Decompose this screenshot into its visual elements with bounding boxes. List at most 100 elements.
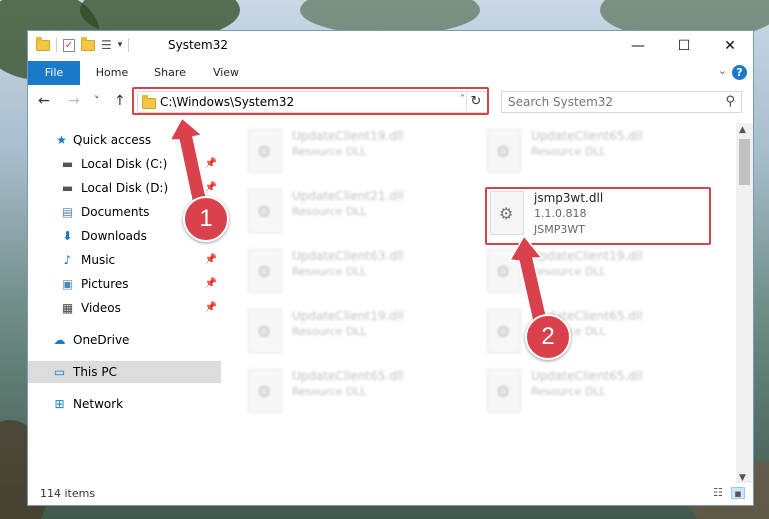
details-view-icon[interactable]: ☷: [711, 487, 725, 499]
pin-icon: 📌: [204, 254, 217, 265]
sidebar-item-label: Quick access: [73, 133, 152, 147]
file-description: Resource DLL: [531, 385, 606, 398]
drive-icon: ▬: [61, 181, 74, 195]
customize-icon[interactable]: ☰: [101, 38, 112, 52]
sidebar-item-label: Network: [73, 397, 124, 411]
status-bar: 114 items ☷ ▪: [28, 483, 753, 505]
file-name: UpdateClient63.dll: [292, 249, 404, 263]
separator: [128, 38, 130, 52]
sidebar-item-label: Music: [81, 253, 116, 267]
sidebar-item-label: This PC: [73, 365, 117, 379]
cloud-icon: ☁: [53, 333, 66, 347]
sidebar-item-label: Videos: [81, 301, 121, 315]
file-description: Resource DLL: [531, 145, 606, 158]
music-icon: ♪: [63, 253, 72, 267]
video-icon: ▦: [61, 301, 74, 315]
quick-access-toolbar: ✓ ☰ ▾: [36, 36, 130, 52]
sidebar-item-label: Documents: [81, 205, 150, 219]
star-icon: ★: [56, 133, 67, 147]
computer-icon: ▭: [53, 365, 66, 379]
scrollbar-thumb[interactable]: [739, 139, 750, 185]
file-name: UpdateClient19.dll: [292, 129, 404, 143]
dll-file-icon: [248, 249, 282, 293]
navigation-bar: ← → ˅ ↑ C:\Windows\System32 ˅ ↻ ⚲: [28, 85, 753, 121]
recent-locations-button[interactable]: ˅: [94, 94, 100, 107]
sidebar-item-label: Downloads: [81, 229, 147, 243]
title-bar: ✓ ☰ ▾ System32 — ☐ ✕: [28, 31, 753, 61]
sidebar-item-videos[interactable]: ▦ Videos 📌: [28, 297, 221, 319]
dll-file-icon: [248, 369, 282, 413]
file-description: Resource DLL: [292, 325, 367, 338]
file-description: Resource DLL: [292, 265, 367, 278]
new-folder-icon[interactable]: [81, 36, 95, 51]
file-name: UpdateClient65.dll: [531, 369, 643, 383]
sidebar-item-label: Pictures: [81, 277, 129, 291]
pictures-icon: ▣: [61, 277, 74, 291]
sidebar-item-label: Local Disk (C:): [81, 157, 168, 171]
file-item[interactable]: UpdateClient65.dll Resource DLL: [485, 127, 705, 181]
network-icon: ⊞: [54, 397, 65, 411]
large-icons-view-icon[interactable]: ▪: [731, 487, 745, 500]
tab-file[interactable]: File: [28, 61, 80, 85]
forward-button[interactable]: →: [68, 93, 80, 109]
sidebar-item-label: Local Disk (D:): [81, 181, 169, 195]
drive-icon: ▬: [61, 157, 74, 171]
file-explorer-window: ✓ ☰ ▾ System32 — ☐ ✕ File Home Share Vie…: [27, 30, 754, 506]
properties-icon[interactable]: ✓: [63, 38, 75, 52]
sidebar-item-this-pc[interactable]: ▭ This PC: [28, 361, 221, 383]
file-item[interactable]: UpdateClient19.dll Resource DLL: [246, 127, 466, 181]
dll-file-icon: [248, 129, 282, 173]
dll-file-icon: [487, 369, 521, 413]
folder-icon: [36, 36, 50, 51]
callout-1: 1: [183, 196, 229, 242]
dll-file-icon: [248, 189, 282, 233]
file-name: UpdateClient19.dll: [292, 309, 404, 323]
file-name: UpdateClient65.dll: [292, 369, 404, 383]
item-count: 114 items: [40, 487, 96, 500]
back-button[interactable]: ←: [38, 93, 50, 109]
file-item[interactable]: UpdateClient21.dll Resource DLL: [246, 187, 466, 241]
download-icon: ⬇: [62, 229, 73, 243]
scroll-up-icon[interactable]: ▲: [739, 125, 746, 135]
file-description: Resource DLL: [292, 145, 367, 158]
callout-2: 2: [525, 314, 571, 360]
file-description: Resource DLL: [292, 205, 367, 218]
file-name: UpdateClient21.dll: [292, 189, 404, 203]
sidebar-item-pictures[interactable]: ▣ Pictures 📌: [28, 273, 221, 295]
expand-ribbon-icon[interactable]: ⌄: [718, 64, 727, 77]
file-name: UpdateClient65.dll: [531, 129, 643, 143]
file-list: UpdateClient19.dll Resource DLL UpdateCl…: [221, 123, 737, 483]
help-icon[interactable]: ?: [732, 65, 747, 80]
close-button[interactable]: ✕: [707, 31, 753, 61]
file-item[interactable]: UpdateClient19.dll Resource DLL: [246, 307, 466, 361]
address-highlight-box: [132, 87, 489, 115]
search-box[interactable]: ⚲: [501, 91, 742, 113]
sidebar-item-onedrive[interactable]: ☁ OneDrive: [28, 329, 221, 351]
vertical-scrollbar[interactable]: ▲ ▼: [736, 123, 753, 485]
sidebar-item-network[interactable]: ⊞ Network: [28, 393, 221, 415]
search-input[interactable]: [508, 95, 708, 109]
minimize-button[interactable]: —: [615, 31, 661, 61]
pin-icon: 📌: [204, 278, 217, 289]
file-item[interactable]: UpdateClient65.dll Resource DLL: [485, 367, 705, 421]
tab-view[interactable]: View: [204, 61, 248, 85]
dll-file-icon: [248, 309, 282, 353]
sidebar-item-music[interactable]: ♪ Music 📌: [28, 249, 221, 271]
tab-share[interactable]: Share: [148, 61, 192, 85]
file-description: Resource DLL: [292, 385, 367, 398]
ribbon-tabs: File Home Share View ⌄ ?: [28, 61, 753, 86]
chevron-down-icon[interactable]: ▾: [118, 40, 123, 50]
dll-file-icon: [487, 129, 521, 173]
file-item[interactable]: UpdateClient63.dll Resource DLL: [246, 247, 466, 301]
search-icon[interactable]: ⚲: [725, 94, 735, 109]
tab-home[interactable]: Home: [90, 61, 134, 85]
sidebar-item-label: OneDrive: [73, 333, 130, 347]
document-icon: ▤: [61, 205, 74, 219]
maximize-button[interactable]: ☐: [661, 31, 707, 61]
file-item[interactable]: UpdateClient65.dll Resource DLL: [246, 367, 466, 421]
scroll-down-icon[interactable]: ▼: [739, 473, 746, 483]
up-button[interactable]: ↑: [114, 93, 126, 109]
window-title: System32: [168, 38, 229, 52]
pin-icon: 📌: [204, 302, 217, 313]
separator: [56, 38, 57, 52]
